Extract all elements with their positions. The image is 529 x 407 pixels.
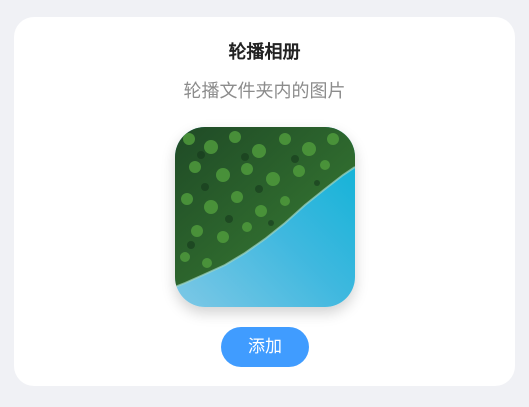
album-card: 轮播相册 轮播文件夹内的图片 添加 [14, 17, 515, 386]
card-subtitle: 轮播文件夹内的图片 [183, 81, 346, 102]
album-preview-image[interactable] [175, 127, 355, 307]
card-title: 轮播相册 [228, 42, 301, 63]
aerial-forest-lake-image [175, 127, 355, 307]
add-button[interactable]: 添加 [221, 327, 309, 367]
